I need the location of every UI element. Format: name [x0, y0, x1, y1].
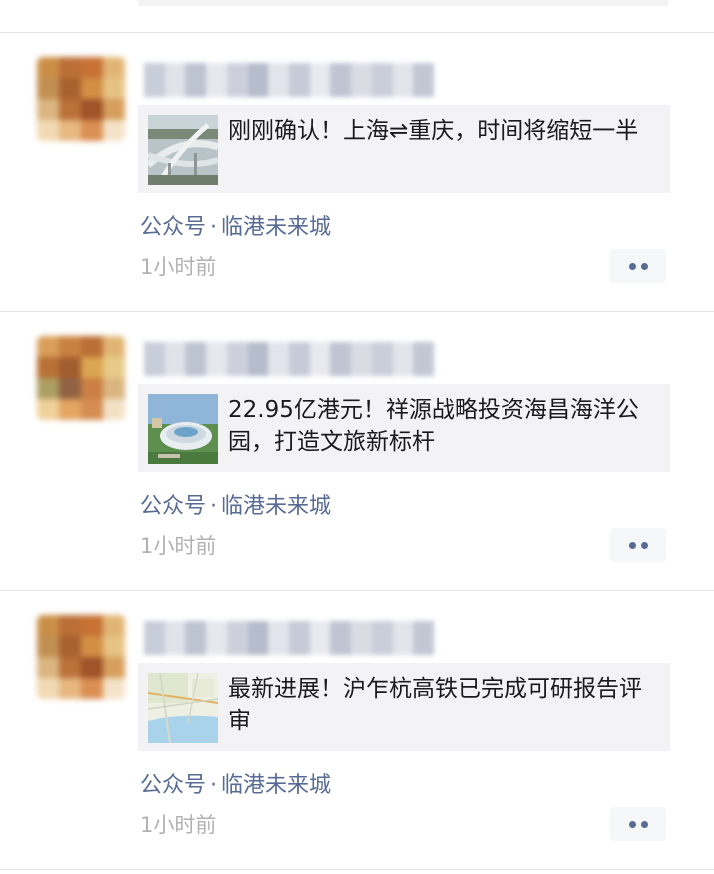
source-type: 公众号: [140, 215, 207, 240]
more-actions-button[interactable]: [610, 807, 666, 841]
separator-dot: ·: [210, 215, 218, 240]
account-name: 临港未来城: [221, 494, 332, 519]
source-line[interactable]: 公众号 · 临港未来城: [140, 209, 331, 241]
moment-post: 刚刚确认！上海⇌重庆，时间将缩短一半 公众号 · 临港未来城 1小时前: [0, 33, 714, 311]
dot-icon: [628, 262, 636, 270]
article-link-card[interactable]: 22.95亿港元！祥源战略投资海昌海洋公园，打造文旅新标杆: [138, 384, 670, 472]
source-line[interactable]: 公众号 · 临港未来城: [140, 767, 331, 799]
user-name-blurred[interactable]: [144, 342, 434, 376]
source-line[interactable]: 公众号 · 临港未来城: [140, 488, 331, 520]
dot-icon: [628, 820, 636, 828]
dot-icon: [640, 262, 648, 270]
avatar[interactable]: [37, 336, 125, 420]
user-name-blurred[interactable]: [144, 63, 434, 97]
avatar[interactable]: [37, 615, 125, 699]
source-type: 公众号: [140, 494, 207, 519]
moment-post: 22.95亿港元！祥源战略投资海昌海洋公园，打造文旅新标杆 公众号 · 临港未来城 …: [0, 312, 714, 590]
post-time: 1小时前: [140, 255, 217, 279]
dot-icon: [640, 541, 648, 549]
article-title: 22.95亿港元！祥源战略投资海昌海洋公园，打造文旅新标杆: [228, 397, 639, 455]
more-actions-button[interactable]: [610, 249, 666, 283]
dot-icon: [640, 820, 648, 828]
previous-post-card-edge: [138, 0, 668, 6]
article-title: 最新进展！沪乍杭高铁已完成可研报告评审: [228, 676, 642, 734]
post-time: 1小时前: [140, 534, 217, 558]
ocean-park-thumbnail: [148, 394, 218, 464]
divider: [0, 869, 714, 870]
post-time: 1小时前: [140, 813, 217, 837]
source-type: 公众号: [140, 773, 207, 798]
moments-feed: 刚刚确认！上海⇌重庆，时间将缩短一半 公众号 · 临港未来城 1小时前 22.9…: [0, 0, 714, 874]
more-actions-button[interactable]: [610, 528, 666, 562]
dot-icon: [628, 541, 636, 549]
account-name: 临港未来城: [221, 773, 332, 798]
account-name: 临港未来城: [221, 215, 332, 240]
separator-dot: ·: [210, 494, 218, 519]
article-title: 刚刚确认！上海⇌重庆，时间将缩短一半: [228, 118, 639, 144]
article-link-card[interactable]: 最新进展！沪乍杭高铁已完成可研报告评审: [138, 663, 670, 751]
separator-dot: ·: [210, 773, 218, 798]
avatar[interactable]: [37, 57, 125, 141]
highway-interchange-thumbnail: [148, 115, 218, 185]
user-name-blurred[interactable]: [144, 621, 434, 655]
article-link-card[interactable]: 刚刚确认！上海⇌重庆，时间将缩短一半: [138, 105, 670, 193]
moment-post: 最新进展！沪乍杭高铁已完成可研报告评审 公众号 · 临港未来城 1小时前: [0, 591, 714, 869]
map-thumbnail: [148, 673, 218, 743]
